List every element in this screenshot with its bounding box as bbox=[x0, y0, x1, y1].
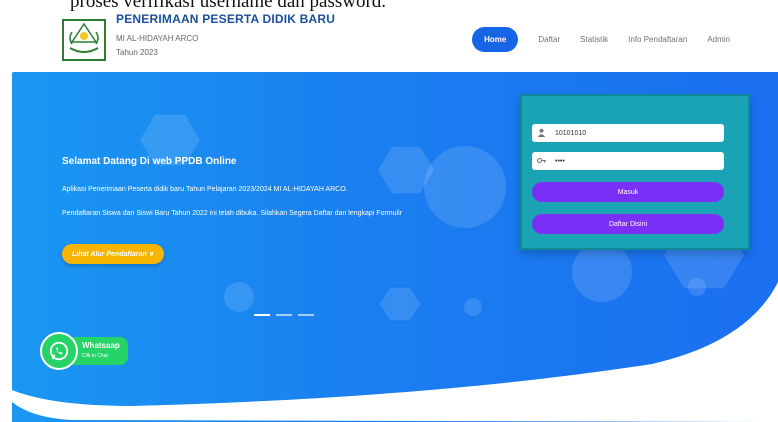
brand-title: PENERIMAAN PESERTA DIDIK BARU bbox=[116, 12, 336, 26]
main-nav: Home Daftar Statistik Info Pendaftaran A… bbox=[472, 27, 730, 52]
nav-info-pendaftaran[interactable]: Info Pendaftaran bbox=[628, 35, 687, 44]
site-header: PENERIMAAN PESERTA DIDIK BARU MI AL-HIDA… bbox=[0, 12, 778, 72]
logo-emblem-icon bbox=[62, 19, 106, 61]
nav-admin[interactable]: Admin bbox=[707, 35, 730, 44]
hero-banner: Selamat Datang Di web PPDB Online Aplika… bbox=[12, 72, 778, 422]
brand-year: Tahun 2023 bbox=[116, 48, 158, 57]
caption-text: proses verifikasi username dan password. bbox=[70, 0, 387, 12]
whatsapp-icon bbox=[40, 332, 78, 370]
nav-home[interactable]: Home bbox=[472, 27, 519, 52]
nav-statistik[interactable]: Statistik bbox=[580, 35, 608, 44]
whatsapp-subtitle: Clik to Chat bbox=[82, 353, 108, 359]
document-caption: proses verifikasi username dan password. bbox=[0, 0, 778, 12]
brand-school-name: MI AL-HIDAYAH ARCO bbox=[116, 34, 199, 43]
nav-daftar[interactable]: Daftar bbox=[538, 35, 560, 44]
whatsapp-chat-button[interactable]: Whatsaap Clik to Chat bbox=[40, 332, 160, 372]
whatsapp-title: Whatsaap bbox=[82, 341, 120, 350]
page: proses verifikasi username dan password.… bbox=[0, 0, 778, 422]
whatsapp-label-pill: Whatsaap Clik to Chat bbox=[70, 337, 128, 365]
